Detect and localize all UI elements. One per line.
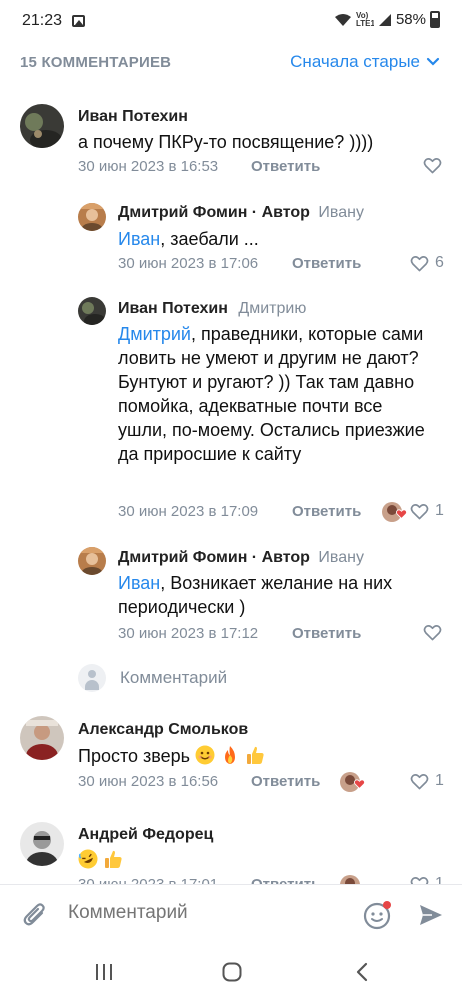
liked-heart-icon [354,779,365,789]
reply-button[interactable]: Ответить [292,255,361,272]
chevron-down-icon [426,57,440,66]
liked-heart-icon [396,509,407,519]
comment-text: а почему ПКРу-то посвящение? )))) [78,132,374,152]
mention-link[interactable]: Иван [118,229,160,249]
network-type: Vo) LTE1 [355,11,374,28]
avatar[interactable] [78,297,106,325]
comment-date: 30 июн 2023 в 17:09 [118,503,259,520]
like-count: 1 [435,502,444,519]
heart-icon [410,255,429,271]
heart-icon [423,158,442,174]
comment-text: , заебали ... [160,229,259,249]
signal-icon [378,13,391,26]
like-count: 6 [435,254,444,271]
like-count: 1 [435,772,444,789]
sticker-icon[interactable] [362,900,392,930]
reply-to[interactable]: Ивану [318,204,364,221]
author-name[interactable]: Иван Потехин [78,108,188,125]
thumbs-up-emoji [247,746,264,764]
avatar[interactable] [20,822,64,866]
reply-button[interactable]: Ответить [292,625,361,642]
author-name[interactable]: Иван Потехин [118,300,228,317]
avatar[interactable] [78,203,106,231]
heart-icon [423,625,442,641]
author-name[interactable]: Дмитрий Фомин [118,204,247,221]
reply-to[interactable]: Ивану [318,549,364,566]
like-button[interactable]: 1 [410,502,444,520]
rofl-emoji [78,849,98,869]
comment-date: 30 июн 2023 в 17:01 [78,876,218,884]
comment-text: , Возникает желание на них периодически … [118,573,393,617]
status-bar: 21:23 Vo) LTE1 58% [0,0,462,42]
avatar[interactable] [78,547,106,575]
comment-text: , праведники, которые сами ловить не уме… [118,324,425,464]
fire-emoji [225,746,236,764]
reply-button[interactable]: Ответить [251,876,320,884]
avatar[interactable] [20,716,64,760]
comment-input[interactable] [68,902,348,924]
smiley-emoji [195,745,215,765]
avatar[interactable] [20,104,64,148]
like-button[interactable]: 6 [410,254,444,272]
sort-label: Сначала старые [290,52,420,71]
back-icon[interactable] [352,962,374,982]
comment-item: Иван Потехин а почему ПКРу-то посвящение… [0,100,462,180]
comment-reply: Иван Потехин Дмитрию Дмитрий, праведники… [0,292,462,532]
recent-apps-icon[interactable] [93,962,115,982]
paperclip-icon[interactable] [22,901,48,929]
thumbs-up-emoji [105,850,122,868]
comment-reply: Дмитрий Фомин · Автор Ивану Иван, заебал… [0,198,462,278]
comments-header: 15 КОММЕНТАРИЕВ Сначала старые [0,42,462,84]
like-button[interactable] [423,157,442,174]
status-right: Vo) LTE1 58% [334,11,440,28]
like-button[interactable] [423,624,442,641]
comment-date: 30 июн 2023 в 17:06 [118,255,259,272]
mention-link[interactable]: Дмитрий [118,324,191,344]
system-navigation-bar [0,944,462,1000]
heart-icon [410,503,429,519]
send-icon[interactable] [418,902,444,928]
gallery-icon [72,15,85,27]
author-badge: · Автор [247,204,310,221]
reply-button[interactable]: Ответить [251,773,320,790]
like-count: 1 [435,875,444,884]
author-badge: · Автор [247,549,310,566]
add-comment-row[interactable]: Комментарий [78,664,227,692]
liker-avatar [340,875,360,884]
add-comment-label: Комментарий [120,668,228,687]
sort-dropdown[interactable]: Сначала старые [290,52,440,72]
comment-text: Просто зверь [78,746,191,766]
like-button[interactable]: 1 [410,772,444,790]
heart-icon [410,876,429,884]
battery-percent: 58% [395,11,426,28]
home-icon[interactable] [221,962,243,982]
author-name[interactable]: Александр Смольков [78,721,248,738]
comment-reply: Дмитрий Фомин · Автор Ивану Иван, Возник… [0,543,462,647]
reply-button[interactable]: Ответить [251,158,320,175]
reply-to[interactable]: Дмитрию [238,300,306,317]
author-name[interactable]: Андрей Федорец [78,826,213,843]
author-name[interactable]: Дмитрий Фомин [118,549,247,566]
like-button[interactable]: 1 [410,875,444,884]
comment-item: Андрей Федорец 30 июн 2023 в 17:01 Ответ… [0,818,462,884]
battery-icon [430,11,440,28]
mention-link[interactable]: Иван [118,573,160,593]
comment-date: 30 июн 2023 в 16:56 [78,773,219,790]
reply-button[interactable]: Ответить [292,503,361,520]
comment-item: Александр Смольков Просто зверь 30 июн 2… [0,712,462,802]
comment-date: 30 июн 2023 в 17:12 [118,625,259,642]
user-avatar-placeholder [78,664,106,692]
wifi-icon [334,13,351,26]
comment-composer [0,884,462,944]
status-time: 21:23 [22,12,63,29]
comment-date: 30 июн 2023 в 16:53 [78,158,219,175]
heart-icon [410,773,429,789]
comments-count: 15 КОММЕНТАРИЕВ [20,54,172,71]
